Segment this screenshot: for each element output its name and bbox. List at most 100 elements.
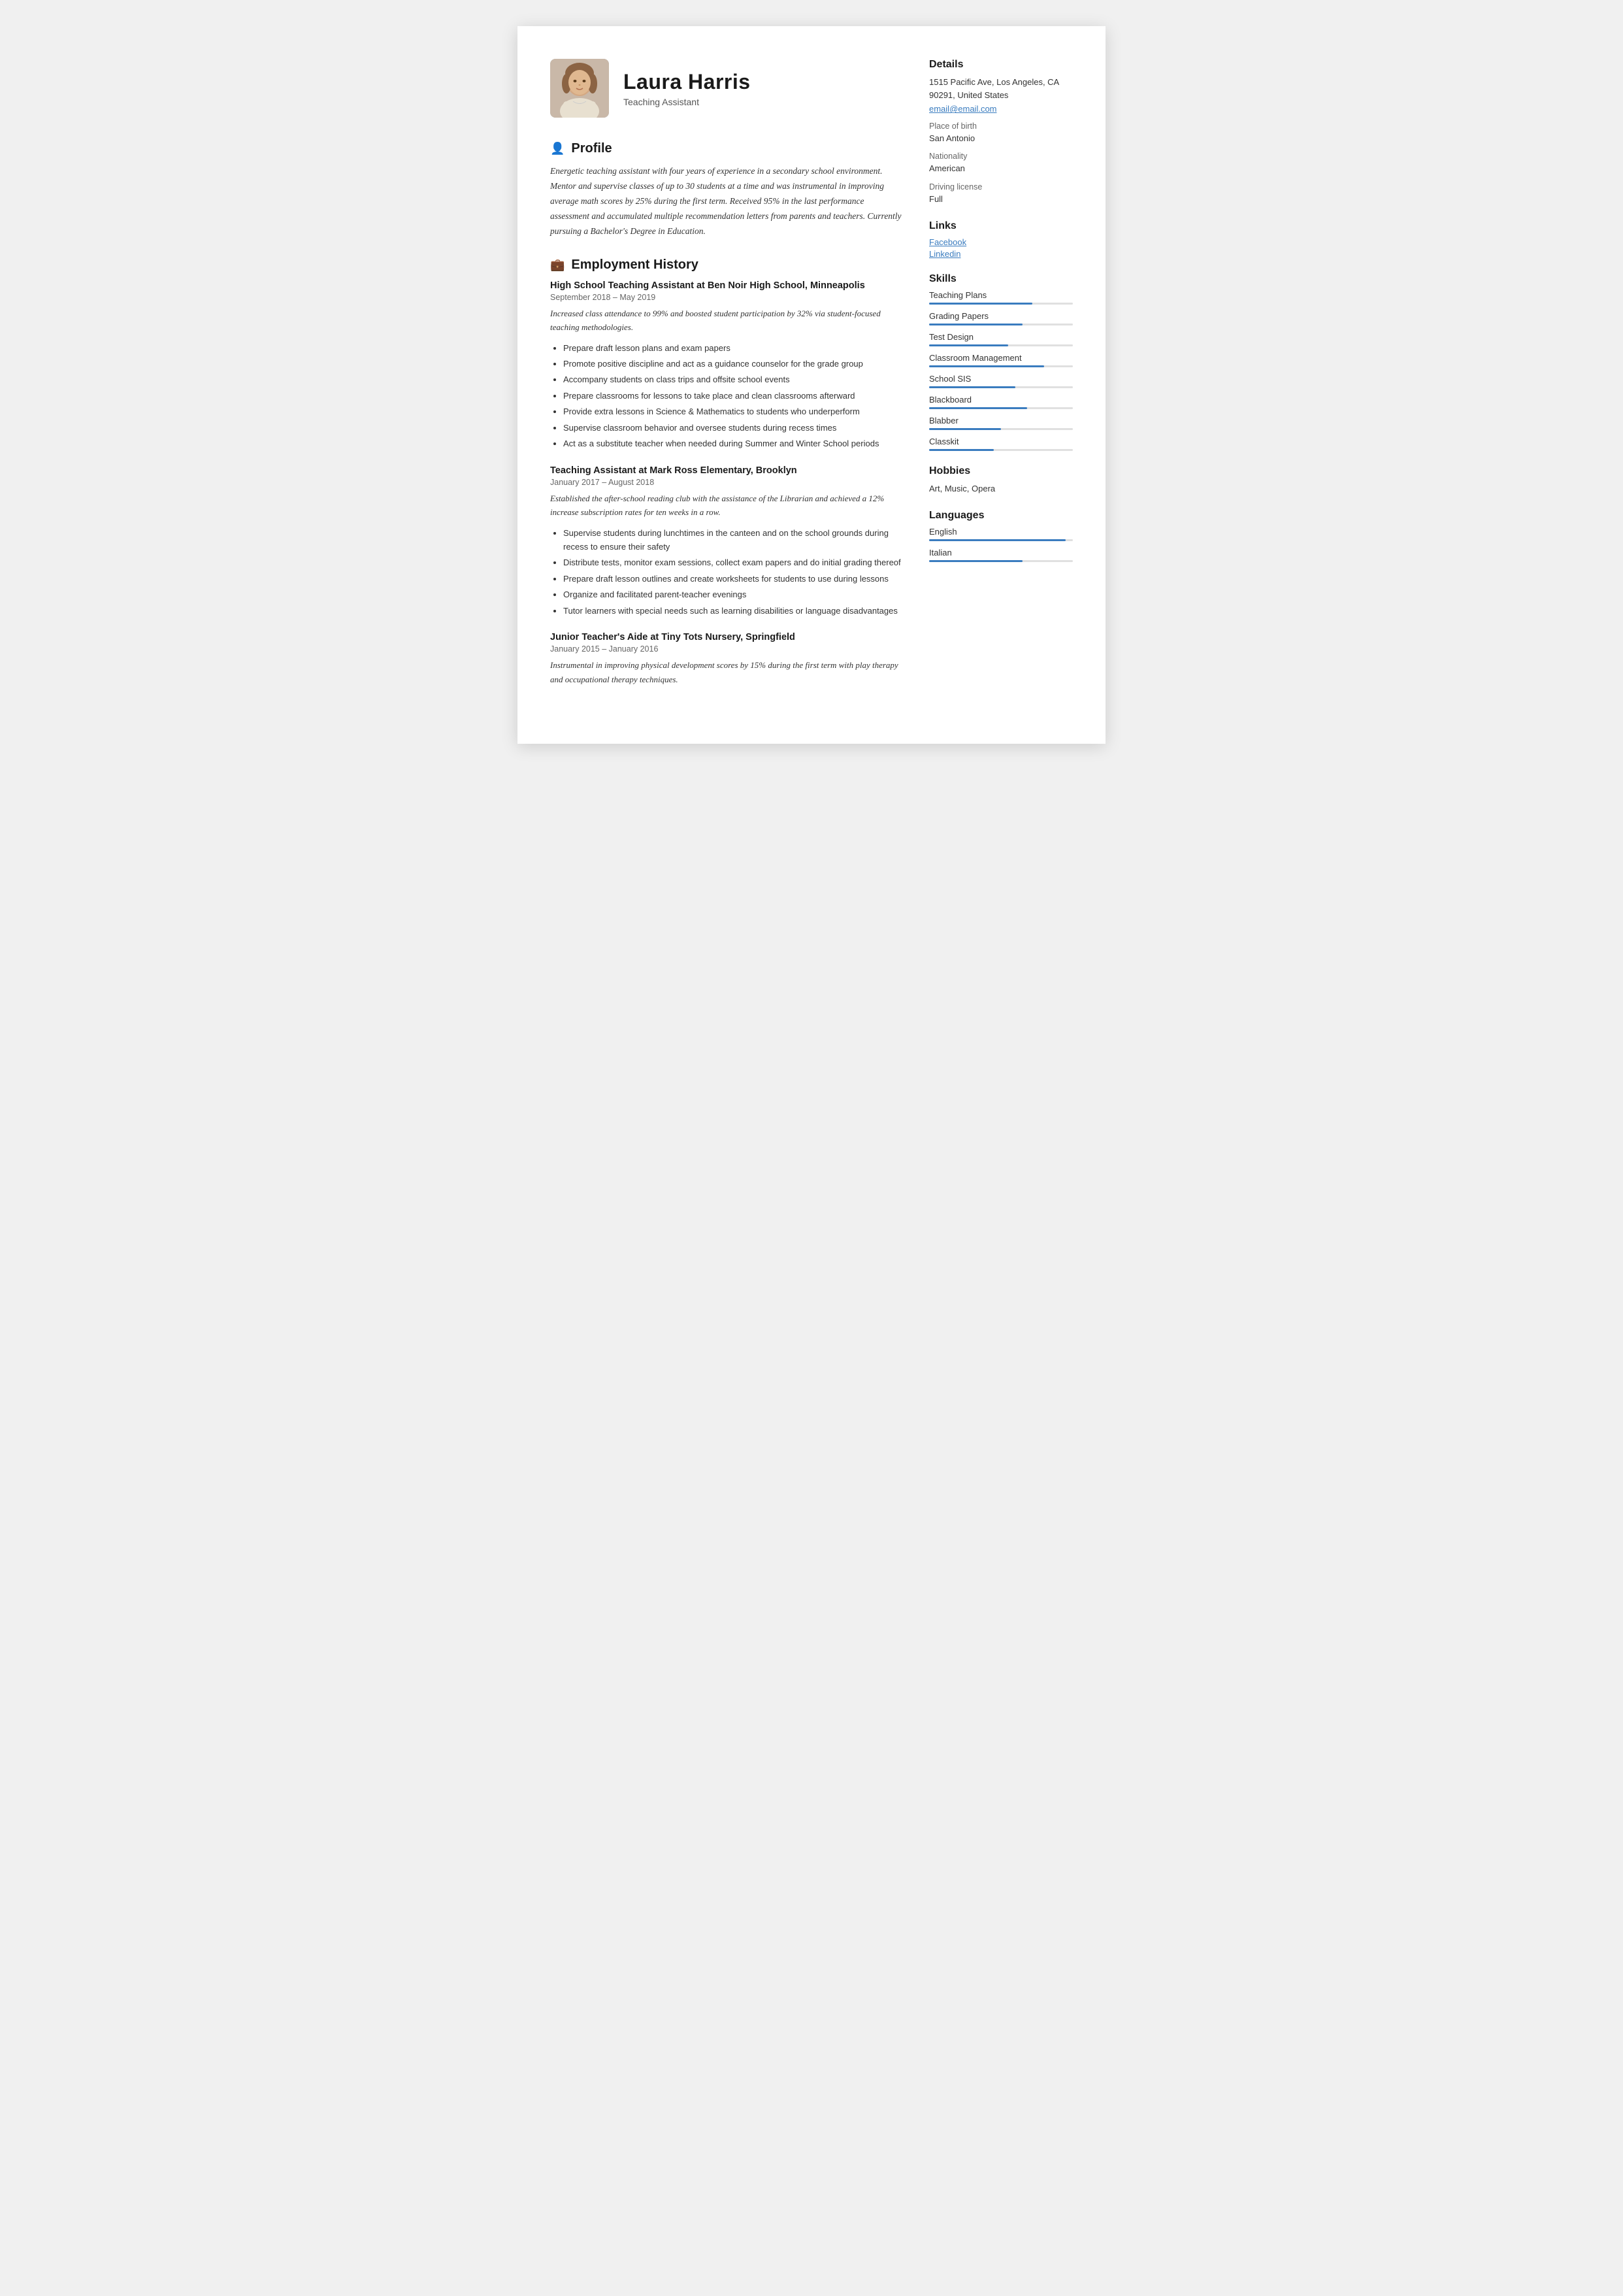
skill-bar-bg-4 (929, 386, 1073, 388)
skill-item: Grading Papers (929, 311, 1073, 325)
bullet: Distribute tests, monitor exam sessions,… (563, 556, 903, 569)
bullet: Prepare draft lesson plans and exam pape… (563, 341, 903, 355)
skill-bar-fill-4 (929, 386, 1015, 388)
candidate-title: Teaching Assistant (623, 97, 751, 107)
languages-title: Languages (929, 510, 1073, 522)
job-dates-2: January 2015 – January 2016 (550, 644, 903, 654)
bullet: Tutor learners with special needs such a… (563, 604, 903, 618)
skill-bar-fill-5 (929, 407, 1027, 409)
profile-icon: 👤 (550, 142, 565, 156)
skill-item: Teaching Plans (929, 290, 1073, 305)
links-title: Links (929, 220, 1073, 232)
header: Laura Harris Teaching Assistant (550, 59, 903, 118)
job-title-0: High School Teaching Assistant at Ben No… (550, 280, 903, 291)
job-bullets-0: Prepare draft lesson plans and exam pape… (550, 341, 903, 451)
bullet: Accompany students on class trips and of… (563, 373, 903, 386)
skill-name-1: Grading Papers (929, 311, 1073, 321)
email-link[interactable]: email@email.com (929, 104, 997, 114)
skill-name-6: Blabber (929, 416, 1073, 425)
job-bullets-1: Supervise students during lunchtimes in … (550, 526, 903, 618)
bullet: Organize and facilitated parent-teacher … (563, 588, 903, 601)
resume-container: Laura Harris Teaching Assistant 👤 Profil… (517, 26, 1106, 744)
job-dates-1: January 2017 – August 2018 (550, 478, 903, 487)
languages-section: Languages English Italian (929, 510, 1073, 562)
job-item: Junior Teacher's Aide at Tiny Tots Nurse… (550, 632, 903, 686)
skill-item: Blabber (929, 416, 1073, 430)
job-dates-0: September 2018 – May 2019 (550, 293, 903, 302)
skill-bar-fill-3 (929, 365, 1044, 367)
link-linkedin[interactable]: Linkedin (929, 249, 1073, 259)
bullet: Act as a substitute teacher when needed … (563, 437, 903, 450)
skill-bar-fill-2 (929, 344, 1008, 346)
job-description-0: Increased class attendance to 99% and bo… (550, 307, 903, 335)
lang-bar-bg-0 (929, 539, 1073, 541)
details-title: Details (929, 59, 1073, 71)
skill-bar-fill-6 (929, 428, 1001, 430)
driving-license: Full (929, 193, 1073, 206)
nationality: American (929, 162, 1073, 175)
job-title-1: Teaching Assistant at Mark Ross Elementa… (550, 465, 903, 476)
skill-name-0: Teaching Plans (929, 290, 1073, 300)
bullet: Provide extra lessons in Science & Mathe… (563, 405, 903, 418)
driving-license-label: Driving license (929, 182, 1073, 191)
job-item: Teaching Assistant at Mark Ross Elementa… (550, 465, 903, 618)
hobbies-title: Hobbies (929, 465, 1073, 477)
skill-item: Blackboard (929, 395, 1073, 409)
place-of-birth: San Antonio (929, 132, 1073, 145)
skills-title: Skills (929, 273, 1073, 285)
skill-bar-fill-7 (929, 449, 994, 451)
header-info: Laura Harris Teaching Assistant (623, 70, 751, 107)
skill-bar-bg-2 (929, 344, 1073, 346)
skill-item: Classkit (929, 437, 1073, 451)
bullet: Supervise classroom behavior and oversee… (563, 421, 903, 435)
profile-text: Energetic teaching assistant with four y… (550, 164, 903, 239)
link-facebook[interactable]: Facebook (929, 237, 1073, 247)
bullet: Promote positive discipline and act as a… (563, 357, 903, 371)
language-name-0: English (929, 527, 1073, 537)
language-item-0: English (929, 527, 1073, 541)
skill-bar-bg-0 (929, 303, 1073, 305)
skill-bar-bg-6 (929, 428, 1073, 430)
nationality-label: Nationality (929, 152, 1073, 161)
left-column: Laura Harris Teaching Assistant 👤 Profil… (550, 59, 903, 705)
skill-item: Classroom Management (929, 353, 1073, 367)
skill-name-5: Blackboard (929, 395, 1073, 405)
skill-item: Test Design (929, 332, 1073, 346)
lang-bar-bg-1 (929, 560, 1073, 562)
skill-bar-bg-5 (929, 407, 1073, 409)
right-column: Details 1515 Pacific Ave, Los Angeles, C… (929, 59, 1073, 705)
employment-icon: 💼 (550, 258, 565, 272)
job-description-2: Instrumental in improving physical devel… (550, 658, 903, 686)
skill-name-4: School SIS (929, 374, 1073, 384)
job-title-2: Junior Teacher's Aide at Tiny Tots Nurse… (550, 632, 903, 642)
job-item: High School Teaching Assistant at Ben No… (550, 280, 903, 451)
skill-bar-bg-1 (929, 324, 1073, 325)
profile-section: 👤 Profile Energetic teaching assistant w… (550, 141, 903, 239)
hobbies-section: Hobbies Art, Music, Opera (929, 465, 1073, 495)
skill-bar-bg-3 (929, 365, 1073, 367)
details-section: Details 1515 Pacific Ave, Los Angeles, C… (929, 59, 1073, 206)
address: 1515 Pacific Ave, Los Angeles, CA 90291,… (929, 76, 1073, 102)
language-name-1: Italian (929, 548, 1073, 557)
skill-name-2: Test Design (929, 332, 1073, 342)
skill-name-7: Classkit (929, 437, 1073, 446)
hobbies-text: Art, Music, Opera (929, 482, 1073, 495)
skill-bar-fill-0 (929, 303, 1032, 305)
links-section: Links Facebook Linkedin (929, 220, 1073, 259)
skill-item: School SIS (929, 374, 1073, 388)
avatar (550, 59, 609, 118)
bullet: Prepare classrooms for lessons to take p… (563, 389, 903, 403)
employment-section: 💼 Employment History High School Teachin… (550, 258, 903, 686)
lang-bar-fill-1 (929, 560, 1023, 562)
lang-bar-fill-0 (929, 539, 1066, 541)
bullet: Supervise students during lunchtimes in … (563, 526, 903, 554)
skills-section: Skills Teaching Plans Grading Papers Tes… (929, 273, 1073, 451)
candidate-name: Laura Harris (623, 70, 751, 94)
bullet: Prepare draft lesson outlines and create… (563, 572, 903, 586)
employment-section-title: 💼 Employment History (550, 258, 903, 273)
language-item-1: Italian (929, 548, 1073, 562)
skill-name-3: Classroom Management (929, 353, 1073, 363)
profile-section-title: 👤 Profile (550, 141, 903, 156)
skill-bar-fill-1 (929, 324, 1023, 325)
job-description-1: Established the after-school reading clu… (550, 491, 903, 520)
